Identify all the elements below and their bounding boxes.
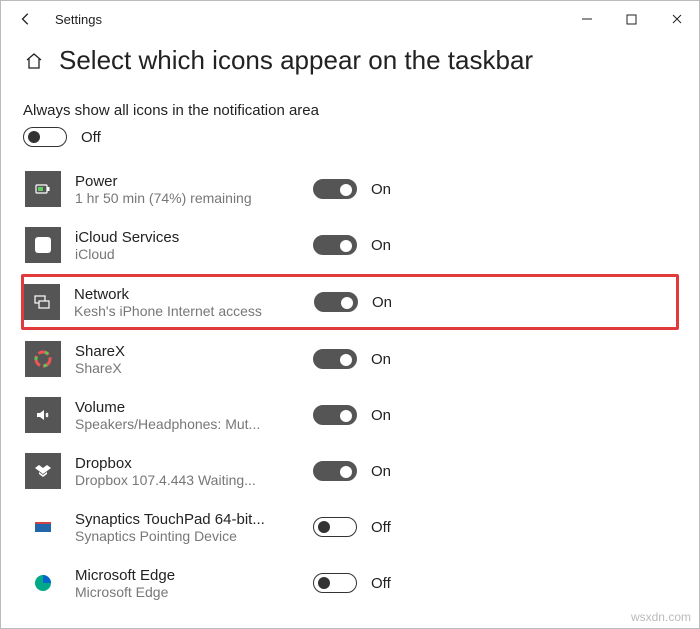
item-toggle-wrap: Off	[313, 573, 391, 593]
list-item: Power1 hr 50 min (74%) remaining On	[23, 161, 677, 217]
item-title: Dropbox	[75, 455, 285, 472]
item-subtitle: Kesh's iPhone Internet access	[74, 303, 284, 319]
item-toggle-state: Off	[371, 519, 391, 536]
list-item: DropboxDropbox 107.4.443 Waiting... On	[23, 443, 677, 499]
titlebar: Settings	[1, 1, 699, 37]
item-texts: iCloud ServicesiCloud	[75, 229, 285, 262]
list-item: Synaptics TouchPad 64-bit...Synaptics Po…	[23, 499, 677, 555]
item-subtitle: Microsoft Edge	[75, 584, 285, 600]
item-toggle[interactable]	[314, 292, 358, 312]
content-area: Select which icons appear on the taskbar…	[1, 37, 699, 611]
item-title: ShareX	[75, 343, 285, 360]
dropbox-icon	[25, 453, 61, 489]
list-item: ShareXShareX On	[23, 331, 677, 387]
item-toggle-state: Off	[371, 575, 391, 592]
item-toggle-state: On	[371, 237, 391, 254]
edge-icon	[25, 565, 61, 601]
item-toggle[interactable]	[313, 461, 357, 481]
window-title: Settings	[55, 12, 102, 27]
item-title: Synaptics TouchPad 64-bit...	[75, 511, 285, 528]
item-title: iCloud Services	[75, 229, 285, 246]
item-toggle-state: On	[371, 407, 391, 424]
master-toggle[interactable]	[23, 127, 67, 147]
list-item: iCloud ServicesiCloud On	[23, 217, 677, 273]
maximize-button[interactable]	[609, 4, 654, 34]
icloud-icon	[25, 227, 61, 263]
back-button[interactable]	[15, 8, 37, 30]
page-title: Select which icons appear on the taskbar	[59, 45, 533, 76]
item-toggle[interactable]	[313, 179, 357, 199]
item-texts: DropboxDropbox 107.4.443 Waiting...	[75, 455, 285, 488]
item-title: Power	[75, 173, 285, 190]
item-subtitle: Dropbox 107.4.443 Waiting...	[75, 472, 285, 488]
item-texts: NetworkKesh's iPhone Internet access	[74, 286, 284, 319]
item-toggle-wrap: Off	[313, 517, 391, 537]
item-subtitle: 1 hr 50 min (74%) remaining	[75, 190, 285, 206]
item-toggle-state: On	[371, 463, 391, 480]
item-subtitle: ShareX	[75, 360, 285, 376]
close-button[interactable]	[654, 4, 699, 34]
item-texts: VolumeSpeakers/Headphones: Mut...	[75, 399, 285, 432]
list-item: VolumeSpeakers/Headphones: Mut... On	[23, 387, 677, 443]
item-title: Microsoft Edge	[75, 567, 285, 584]
power-icon	[25, 171, 61, 207]
item-subtitle: iCloud	[75, 246, 285, 262]
list-item: NetworkKesh's iPhone Internet access On	[21, 274, 679, 330]
home-icon[interactable]	[23, 50, 45, 72]
window-controls	[564, 4, 699, 34]
item-toggle-wrap: On	[313, 405, 391, 425]
item-toggle[interactable]	[313, 349, 357, 369]
item-toggle-wrap: On	[313, 349, 391, 369]
item-texts: Microsoft EdgeMicrosoft Edge	[75, 567, 285, 600]
minimize-button[interactable]	[564, 4, 609, 34]
item-texts: Power1 hr 50 min (74%) remaining	[75, 173, 285, 206]
item-toggle-state: On	[371, 351, 391, 368]
master-toggle-row: Off	[23, 127, 677, 147]
heading-row: Select which icons appear on the taskbar	[23, 45, 677, 76]
watermark: wsxdn.com	[631, 610, 691, 624]
item-toggle[interactable]	[313, 573, 357, 593]
synaptics-icon	[25, 509, 61, 545]
master-toggle-state: Off	[81, 129, 101, 146]
item-title: Network	[74, 286, 284, 303]
item-subtitle: Speakers/Headphones: Mut...	[75, 416, 285, 432]
item-texts: Synaptics TouchPad 64-bit...Synaptics Po…	[75, 511, 285, 544]
icon-list: Power1 hr 50 min (74%) remainingOniCloud…	[23, 161, 677, 611]
item-toggle-wrap: On	[313, 179, 391, 199]
master-toggle-label: Always show all icons in the notificatio…	[23, 102, 677, 119]
item-toggle[interactable]	[313, 405, 357, 425]
item-subtitle: Synaptics Pointing Device	[75, 528, 285, 544]
item-texts: ShareXShareX	[75, 343, 285, 376]
item-title: Volume	[75, 399, 285, 416]
item-toggle-state: On	[371, 181, 391, 198]
sharex-icon	[25, 341, 61, 377]
volume-icon	[25, 397, 61, 433]
list-item: Microsoft EdgeMicrosoft Edge Off	[23, 555, 677, 611]
item-toggle-wrap: On	[314, 292, 392, 312]
item-toggle-wrap: On	[313, 235, 391, 255]
network-icon	[24, 284, 60, 320]
item-toggle[interactable]	[313, 235, 357, 255]
item-toggle-state: On	[372, 294, 392, 311]
item-toggle[interactable]	[313, 517, 357, 537]
item-toggle-wrap: On	[313, 461, 391, 481]
